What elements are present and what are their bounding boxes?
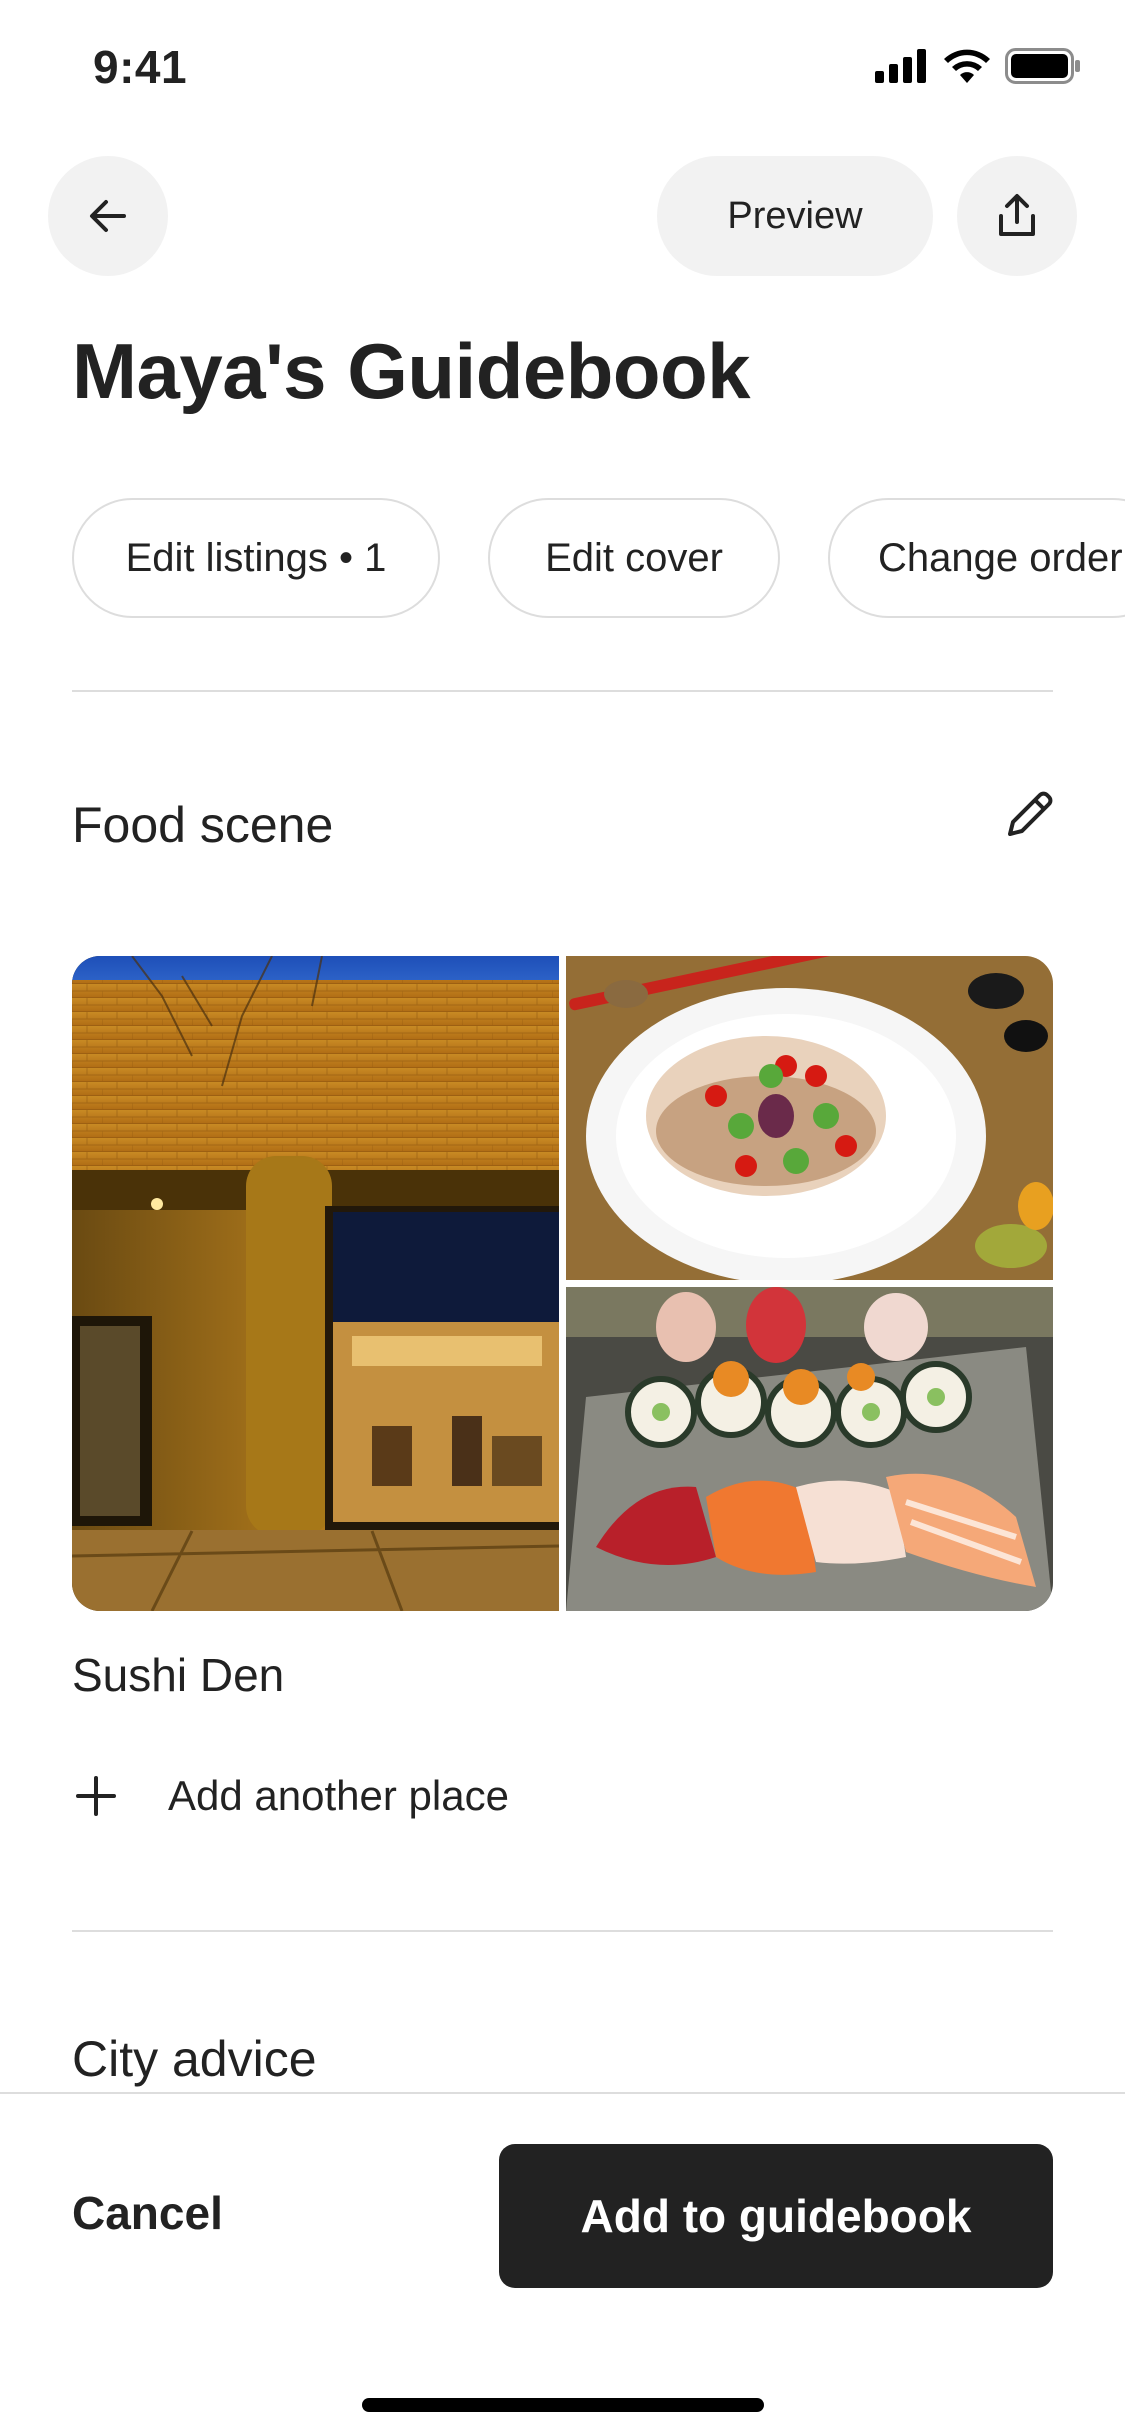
page-title: Maya's Guidebook xyxy=(72,327,751,415)
sashimi-plate-photo xyxy=(566,956,1053,1280)
status-bar: 9:41 xyxy=(0,0,1125,140)
section-title-city-advice: City advice xyxy=(72,2031,317,2087)
wifi-icon xyxy=(944,49,990,83)
divider xyxy=(72,1930,1053,1932)
divider xyxy=(72,690,1053,692)
plus-icon xyxy=(76,1776,116,1816)
edit-listings-chip[interactable]: Edit listings • 1 xyxy=(72,498,440,618)
preview-button[interactable]: Preview xyxy=(657,156,933,276)
pencil-icon[interactable] xyxy=(1000,784,1060,844)
status-time: 9:41 xyxy=(93,41,188,93)
share-button[interactable] xyxy=(957,156,1077,276)
home-indicator xyxy=(362,2398,764,2412)
action-chips: Edit listings • 1 Edit cover Change orde… xyxy=(72,498,1125,618)
signal-icon xyxy=(875,49,926,83)
change-order-chip[interactable]: Change order xyxy=(828,498,1125,618)
battery-icon xyxy=(1005,48,1080,84)
add-another-place-button[interactable]: Add another place xyxy=(72,1772,509,1820)
cancel-button[interactable]: Cancel xyxy=(72,2186,223,2240)
sushi-platter-photo xyxy=(566,1287,1053,1611)
restaurant-exterior-photo xyxy=(72,956,559,1611)
edit-cover-chip[interactable]: Edit cover xyxy=(488,498,780,618)
section-title-food-scene: Food scene xyxy=(72,797,334,853)
share-icon xyxy=(999,194,1035,236)
place-photo-gallery[interactable] xyxy=(72,956,1053,1611)
add-to-guidebook-button[interactable]: Add to guidebook xyxy=(499,2144,1053,2288)
status-icons xyxy=(875,48,1081,84)
arrow-left-icon xyxy=(90,200,126,232)
back-button[interactable] xyxy=(48,156,168,276)
add-another-place-label: Add another place xyxy=(168,1772,509,1819)
place-name[interactable]: Sushi Den xyxy=(72,1648,284,1702)
footer-bar: Cancel Add to guidebook xyxy=(0,2092,1125,2436)
